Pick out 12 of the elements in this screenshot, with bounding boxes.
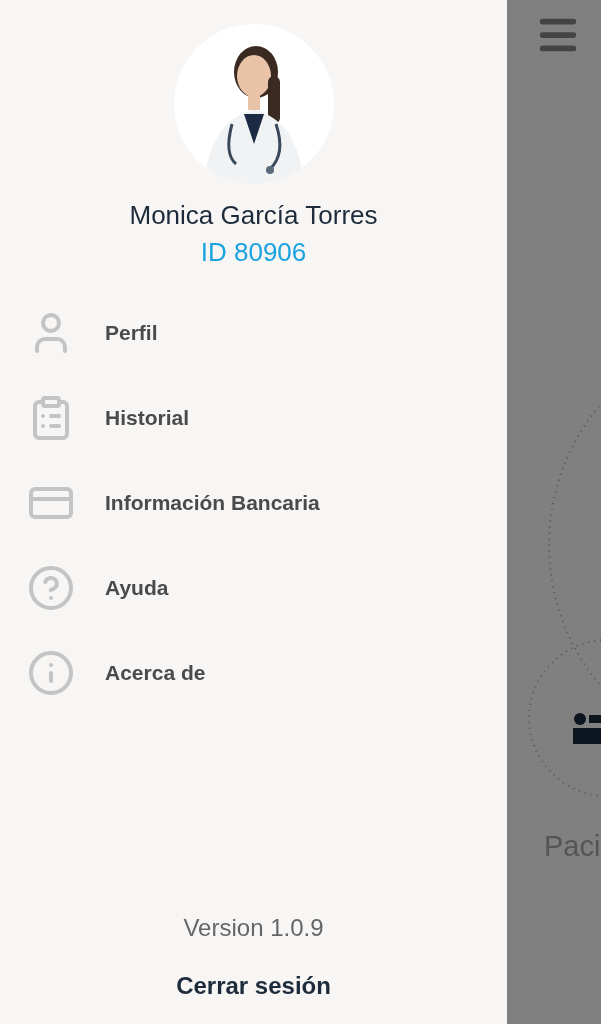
menu-item[interactable]: Historial [0, 375, 507, 460]
menu-item[interactable]: Información Bancaria [0, 460, 507, 545]
info-icon [27, 648, 75, 697]
menu-item[interactable]: Acerca de [0, 630, 507, 715]
version-text: Version 1.0.9 [183, 914, 324, 942]
menu-item[interactable]: Perfil [0, 290, 507, 375]
person-card-icon [573, 712, 601, 746]
menu-item[interactable]: Ayuda [0, 545, 507, 630]
logout-button[interactable]: Cerrar sesión [176, 972, 331, 1000]
user-name: Monica García Torres [129, 200, 378, 231]
help-icon [27, 563, 75, 612]
user-id: ID 80906 [200, 237, 307, 268]
